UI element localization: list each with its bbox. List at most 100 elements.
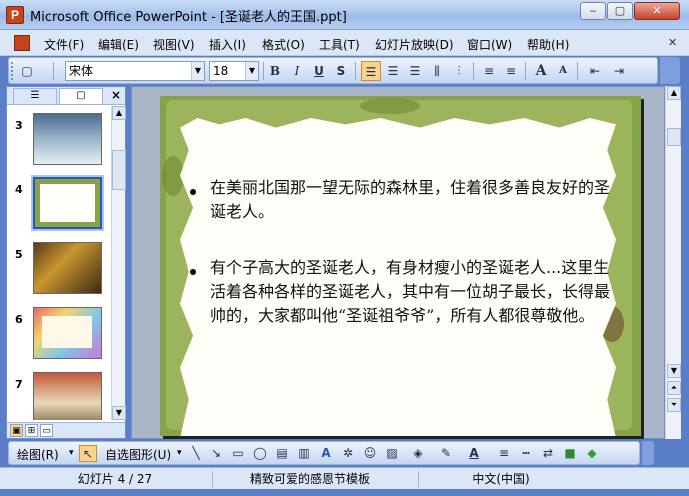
menu-help[interactable]: 帮助(H) xyxy=(527,36,569,53)
status-divider xyxy=(418,471,419,487)
chevron-down-icon[interactable]: ▾ xyxy=(177,448,182,458)
picture-icon[interactable]: ▨ xyxy=(383,445,401,462)
chevron-down-icon[interactable]: ▾ xyxy=(69,448,74,458)
menu-format[interactable]: 格式(O) xyxy=(262,36,305,53)
toolbar-options-icon[interactable] xyxy=(642,441,654,465)
wordart-icon[interactable]: A xyxy=(317,445,335,462)
thumbnail-scrollbar[interactable]: ▲ ▼ xyxy=(111,106,126,420)
column-icon[interactable]: ⫶ xyxy=(449,61,469,81)
scroll-up-icon[interactable]: ▲ xyxy=(112,106,126,120)
tab-slides[interactable]: ▢ xyxy=(59,88,103,104)
align-center-icon[interactable]: ☰ xyxy=(383,61,403,81)
vertical-textbox-icon[interactable]: ▥ xyxy=(295,445,313,462)
grow-font-button[interactable]: A xyxy=(531,61,551,81)
chevron-down-icon[interactable]: ▼ xyxy=(191,62,204,80)
slide-canvas[interactable]: 在美丽北国那一望无际的森林里，住着很多善良友好的圣诞老人。 有个子高大的圣诞老人… xyxy=(160,96,641,436)
font-name-combo[interactable]: 宋体 ▼ xyxy=(65,61,205,81)
thumbnail-paper xyxy=(40,184,95,222)
numbering-icon[interactable]: ≡ xyxy=(479,61,499,81)
bullets-icon[interactable]: ≡ xyxy=(501,61,521,81)
slide-number: 3 xyxy=(15,119,23,132)
slide-thumbnail-7[interactable] xyxy=(33,372,102,420)
slide-counter: 幻灯片 4 / 27 xyxy=(77,472,153,486)
draw-menu-button[interactable]: 绘图(R) xyxy=(17,446,59,463)
scroll-thumb[interactable] xyxy=(667,128,681,146)
formatting-toolbar: ▢ 宋体 ▼ 18 ▼ B I U S ☰ ☰ ☰ ⫼ ⫶ ≡ ≡ A A ⇤ … xyxy=(8,57,658,84)
shadow-button[interactable]: S xyxy=(331,61,351,81)
thumbnail-list: 3 4 5 6 7 xyxy=(7,106,111,420)
bullet-text-1[interactable]: 在美丽北国那一望无际的森林里，住着很多善良友好的圣诞老人。 xyxy=(210,176,610,224)
scroll-down-icon[interactable]: ▼ xyxy=(667,364,681,378)
oval-icon[interactable]: ◯ xyxy=(251,445,269,462)
toolbar-grip[interactable] xyxy=(11,62,14,80)
slide-scrollbar[interactable]: ▲ ▼ ⏶ ⏷ xyxy=(665,86,681,439)
select-objects-icon[interactable]: ↖ xyxy=(79,445,97,462)
line-color-icon[interactable]: ✎ xyxy=(437,445,455,462)
close-panel-icon[interactable]: × xyxy=(111,88,121,102)
arrow-icon[interactable]: ↘ xyxy=(207,445,225,462)
slides-icon: ▢ xyxy=(76,90,86,101)
clipart-icon[interactable]: ☺ xyxy=(361,445,379,462)
textbox-icon[interactable]: ▤ xyxy=(273,445,291,462)
font-size-value: 18 xyxy=(213,64,229,78)
text-direction-icon[interactable]: ⫼ xyxy=(427,61,447,81)
menu-view[interactable]: 视图(V) xyxy=(153,36,195,53)
line-icon[interactable]: ╲ xyxy=(187,445,205,462)
menu-window[interactable]: 窗口(W) xyxy=(467,36,512,53)
font-name-value: 宋体 xyxy=(69,64,94,78)
diagram-icon[interactable]: ✲ xyxy=(339,445,357,462)
dash-style-icon[interactable]: ┅ xyxy=(517,445,535,462)
menu-tools[interactable]: 工具(T) xyxy=(319,36,360,53)
panel-tabs: ☰ ▢ × xyxy=(7,87,125,105)
slide-thumbnail-6[interactable] xyxy=(33,307,102,359)
arrow-style-icon[interactable]: ⇄ xyxy=(539,445,557,462)
minimize-button[interactable]: ‒ xyxy=(580,2,606,20)
next-slide-icon[interactable]: ⏷ xyxy=(667,398,681,412)
close-button[interactable]: ✕ xyxy=(634,2,680,20)
close-document-button[interactable]: ✕ xyxy=(668,36,677,49)
slide-thumbnail-5[interactable] xyxy=(33,242,102,294)
menu-slideshow[interactable]: 幻灯片放映(D) xyxy=(375,36,454,53)
status-bar: 幻灯片 4 / 27 精致可爱的感恩节模板 中文(中国) xyxy=(0,467,689,489)
new-document-icon[interactable]: ▢ xyxy=(17,61,37,81)
fill-color-icon[interactable]: ◈ xyxy=(409,445,427,462)
bullet-text-2[interactable]: 有个子高大的圣诞老人，有身材瘦小的圣诞老人...这里生活着各种各样的圣诞老人，其… xyxy=(210,256,610,328)
slide-sorter-icon[interactable]: ⊞ xyxy=(25,424,38,437)
menu-insert[interactable]: 插入(I) xyxy=(209,36,246,53)
menu-file[interactable]: 文件(F) xyxy=(44,36,84,53)
normal-view-icon[interactable]: ▣ xyxy=(10,424,23,437)
slide-number: 7 xyxy=(15,378,23,391)
slide-thumbnail-4[interactable] xyxy=(31,175,104,231)
document-icon[interactable] xyxy=(14,35,30,51)
rectangle-icon[interactable]: ▭ xyxy=(229,445,247,462)
menu-edit[interactable]: 编辑(E) xyxy=(98,36,139,53)
scroll-up-icon[interactable]: ▲ xyxy=(667,86,681,100)
slide-thumbnail-3[interactable] xyxy=(33,113,102,165)
scroll-thumb[interactable] xyxy=(112,150,126,190)
font-size-combo[interactable]: 18 ▼ xyxy=(209,61,259,81)
view-buttons-bar: ▣ ⊞ ▭ xyxy=(7,422,125,438)
thumbnail-paper xyxy=(42,316,92,348)
font-color-icon[interactable]: A xyxy=(465,445,483,462)
align-left-icon[interactable]: ☰ xyxy=(361,61,381,81)
line-style-icon[interactable]: ≡ xyxy=(495,445,513,462)
toolbar-options-icon[interactable] xyxy=(660,57,680,84)
scroll-down-icon[interactable]: ▼ xyxy=(112,406,126,420)
toolbar-separator xyxy=(53,62,54,80)
underline-button[interactable]: U xyxy=(309,61,329,81)
powerpoint-app-icon[interactable]: P xyxy=(6,6,24,24)
decrease-indent-icon[interactable]: ⇤ xyxy=(585,61,605,81)
maximize-button[interactable]: ▢ xyxy=(607,2,633,20)
previous-slide-icon[interactable]: ⏶ xyxy=(667,381,681,395)
increase-indent-icon[interactable]: ⇥ xyxy=(609,61,629,81)
3d-style-icon[interactable]: ◆ xyxy=(583,445,601,462)
slideshow-view-icon[interactable]: ▭ xyxy=(40,424,53,437)
align-right-icon[interactable]: ☰ xyxy=(405,61,425,81)
autoshapes-menu-button[interactable]: 自选图形(U) xyxy=(105,446,171,463)
italic-button[interactable]: I xyxy=(287,61,307,81)
tab-outline[interactable]: ☰ xyxy=(13,88,57,104)
chevron-down-icon[interactable]: ▼ xyxy=(245,62,258,80)
shadow-style-icon[interactable]: ■ xyxy=(561,445,579,462)
shrink-font-button[interactable]: A xyxy=(553,61,573,81)
bold-button[interactable]: B xyxy=(265,61,285,81)
